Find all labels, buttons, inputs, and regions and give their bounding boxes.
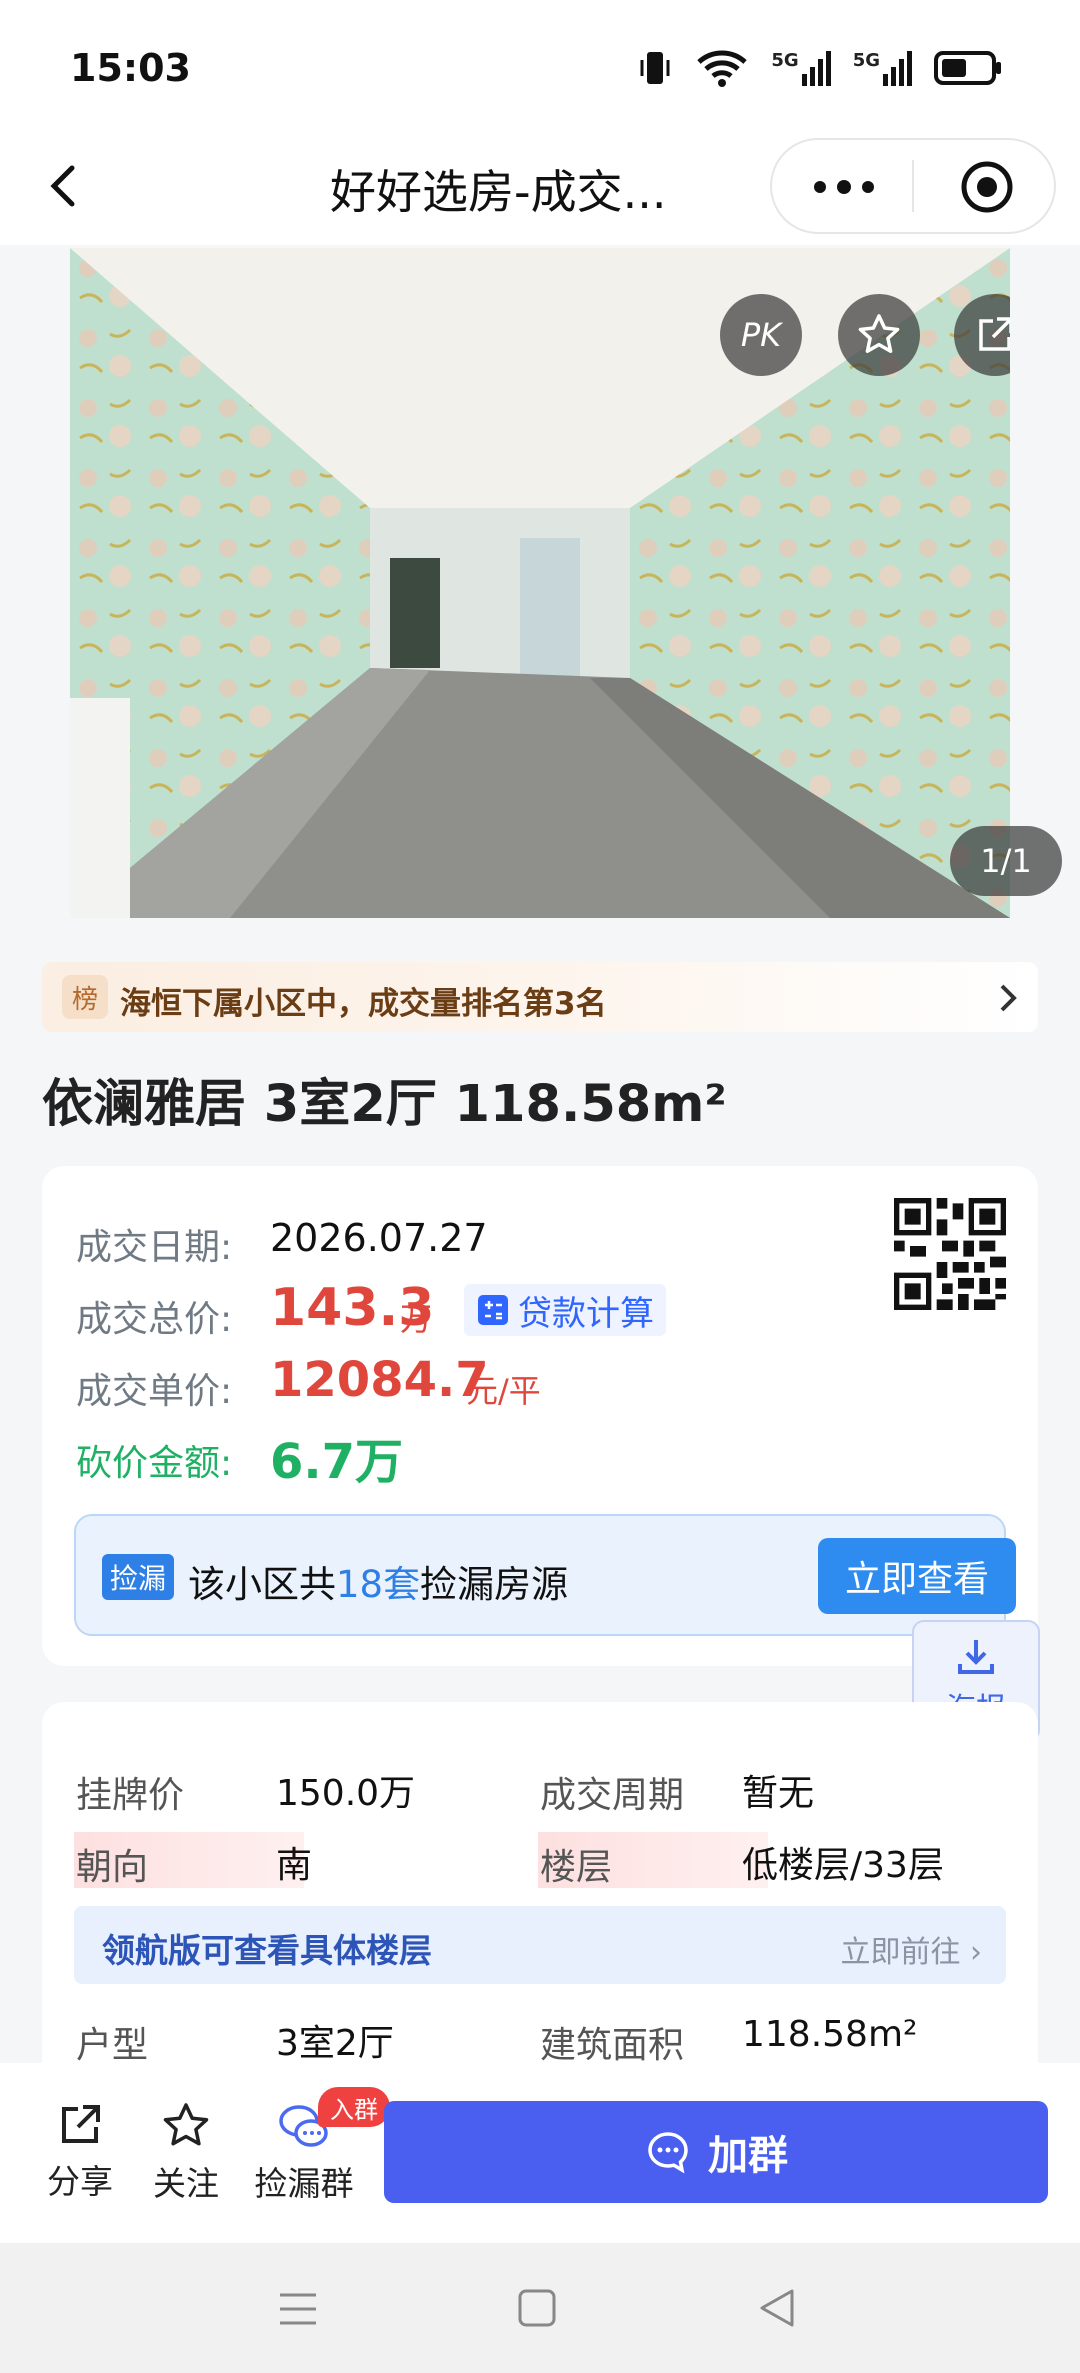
share-label: 分享: [47, 2162, 113, 2201]
pk-button[interactable]: PK: [720, 294, 802, 376]
page-title: 好好选房-成交...: [330, 165, 667, 219]
signal-1-label: 5G: [771, 50, 799, 71]
download-icon: [958, 1640, 994, 1674]
home-icon[interactable]: [516, 2287, 558, 2329]
leak-tag: 捡漏: [102, 1554, 174, 1600]
share-icon: [62, 2105, 100, 2143]
leak-group-label: 捡漏群: [254, 2164, 354, 2203]
join-group-label: 加群: [708, 2133, 788, 2179]
deal-date-value: 2026.07.27: [270, 1216, 488, 1260]
leak-text: 该小区共18套捡漏房源: [188, 1554, 568, 1608]
cut-price-value: 6.7万: [270, 1434, 404, 1490]
join-group-badge: 入群: [318, 2087, 390, 2127]
chevron-right-icon: [1000, 984, 1017, 1012]
signal-2-label: 5G: [852, 50, 880, 71]
pro-version-text: 领航版可查看具体楼层: [102, 1931, 432, 1970]
layout-value: 3室2厅: [276, 2023, 394, 2064]
pk-label: PK: [740, 316, 782, 354]
share-icon: [979, 317, 1010, 351]
cut-price-label: 砍价金额:: [76, 1443, 233, 1484]
wifi-icon: [697, 50, 748, 87]
pro-version-banner[interactable]: 领航版可查看具体楼层 立即前往 ›: [74, 1906, 1006, 1984]
more-dots-icon: [814, 180, 874, 194]
menu-icon[interactable]: [276, 2289, 320, 2329]
target-icon: [961, 161, 1013, 213]
follow-label: 关注: [153, 2164, 219, 2203]
favorite-button[interactable]: [838, 294, 920, 376]
status-bar: 15:03 5G 5G: [0, 0, 1080, 130]
status-time: 15:03: [70, 46, 191, 90]
floor-label: 楼层: [540, 1847, 613, 1888]
listing-price-value: 150.0万: [276, 1773, 416, 1814]
deal-total-label: 成交总价:: [76, 1299, 233, 1340]
deal-card: 成交日期: 2026.07.27 成交总价: 143.3 万 贷款计算 成交单价…: [42, 1166, 1038, 1666]
deal-cycle-value: 暂无: [742, 1773, 815, 1814]
battery-icon: [934, 51, 1001, 85]
share-button[interactable]: 分享: [40, 2101, 120, 2203]
back-button[interactable]: [36, 154, 96, 218]
chat-icon: [648, 2132, 688, 2174]
leak-count: 18套: [336, 1563, 421, 1606]
pro-version-link-label: 立即前往: [840, 1935, 961, 1970]
bottom-action-bar: 分享 关注 捡漏群 入群 加群: [0, 2063, 1080, 2243]
ranking-text: 海恒下属小区中，成交量排名第3名: [120, 986, 607, 1022]
join-group-button[interactable]: 加群: [384, 2101, 1048, 2203]
star-icon: [858, 314, 900, 353]
ranking-banner[interactable]: 榜 海恒下属小区中，成交量排名第3名: [42, 962, 1038, 1032]
layout-label: 户型: [76, 2025, 149, 2066]
deal-unit-price-unit: 元/平: [466, 1372, 541, 1410]
leak-text-prefix: 该小区共: [188, 1563, 336, 1606]
vibrate-icon: [640, 52, 670, 84]
deal-date-label: 成交日期:: [76, 1227, 233, 1268]
info-card: 挂牌价 150.0万 成交周期 暂无 朝向 南 楼层 低楼层/33层 领航版可查…: [42, 1702, 1038, 2102]
more-button[interactable]: [792, 154, 896, 220]
house-title: 依澜雅居 3室2厅 118.58m²: [42, 1075, 727, 1134]
view-now-button[interactable]: 立即查看: [818, 1538, 1016, 1614]
building-area-label: 建筑面积: [540, 2025, 685, 2066]
signal-2-icon: 5G: [853, 50, 912, 86]
photo-counter: 1/1: [950, 826, 1062, 896]
building-area-value: 118.58m²: [742, 2014, 918, 2055]
star-outline-icon: [163, 2103, 209, 2146]
back-triangle-icon[interactable]: [756, 2285, 800, 2331]
listing-price-label: 挂牌价: [76, 1775, 185, 1816]
leak-listing-banner: 捡漏 该小区共18套捡漏房源 立即查看: [74, 1514, 1016, 1636]
status-icons: 5G 5G: [637, 48, 1002, 88]
mini-program-capsule: [770, 138, 1056, 234]
qr-code[interactable]: [894, 1198, 1006, 1310]
ranking-tag: 榜: [62, 975, 108, 1019]
loan-calculator-button[interactable]: 贷款计算: [464, 1284, 666, 1336]
calculator-icon: [478, 1295, 508, 1325]
loan-calculator-label: 贷款计算: [518, 1293, 654, 1334]
chevron-left-icon: [50, 165, 75, 207]
capsule-divider: [912, 160, 914, 212]
pro-version-link[interactable]: 立即前往 ›: [840, 1927, 982, 1971]
deal-unit-price-label: 成交单价:: [76, 1371, 233, 1412]
house-photo[interactable]: PK: [70, 248, 1010, 918]
signal-1-icon: 5G: [771, 50, 831, 86]
orientation-label: 朝向: [76, 1847, 149, 1888]
deal-total-unit: 万: [400, 1300, 433, 1338]
deal-unit-price-value: 12084.7: [270, 1352, 489, 1408]
deal-cycle-label: 成交周期: [540, 1775, 685, 1816]
leak-text-suffix: 捡漏房源: [420, 1563, 569, 1606]
floor-value: 低楼层/33层: [742, 1845, 944, 1886]
follow-button[interactable]: 关注: [146, 2101, 226, 2205]
mini-program-nav: 好好选房-成交...: [0, 130, 1080, 245]
orientation-value: 南: [276, 1845, 313, 1886]
close-mini-program-button[interactable]: [952, 154, 1022, 220]
system-nav-bar: [0, 2243, 1080, 2373]
